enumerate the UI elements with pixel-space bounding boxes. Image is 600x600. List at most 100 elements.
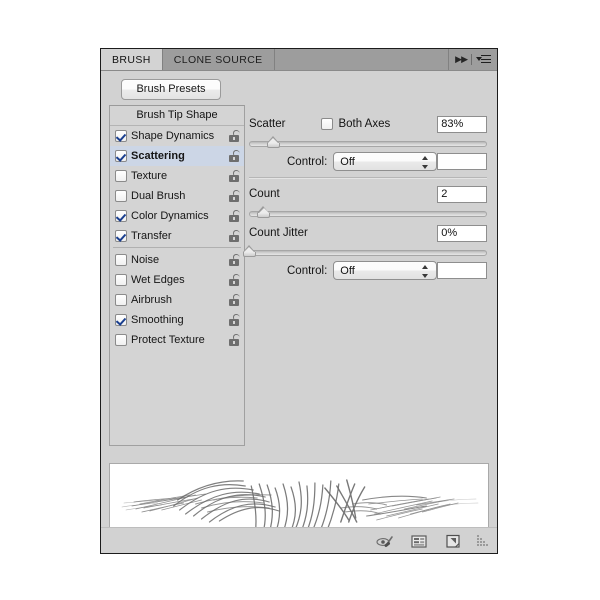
tab-clone-source-label: CLONE SOURCE: [173, 53, 263, 66]
scatter-slider-track[interactable]: [249, 141, 488, 147]
header-separator: [471, 54, 472, 65]
count-jitter-slider-thumb[interactable]: [243, 245, 256, 257]
brush-presets-row: Brush Presets: [101, 71, 241, 106]
count-row: Count 2: [249, 184, 488, 204]
panel-body: Brush Presets Brush Tip Shape Shape Dyna…: [101, 71, 497, 553]
both-axes-label: Both Axes: [338, 118, 391, 130]
option-list-divider: [113, 247, 241, 248]
brush-option-label: Scattering: [131, 150, 185, 162]
brush-option-checkbox[interactable]: [115, 190, 127, 202]
brush-options-list: Brush Tip Shape Shape Dynamics Scattering…: [109, 105, 245, 446]
brush-option-label: Transfer: [131, 230, 172, 242]
scatter-control-label: Control:: [287, 155, 328, 168]
brush-option-row[interactable]: Texture: [110, 166, 244, 186]
brush-option-row[interactable]: Transfer: [110, 226, 244, 246]
brush-option-row[interactable]: Noise: [110, 250, 244, 270]
brush-option-row[interactable]: Airbrush: [110, 290, 244, 310]
brush-option-row[interactable]: Smoothing: [110, 310, 244, 330]
tab-bar-filler: [274, 49, 450, 70]
brush-option-row[interactable]: Scattering: [110, 146, 244, 166]
stepper-arrows-icon: [422, 265, 429, 278]
lock-icon[interactable]: [229, 294, 241, 306]
brush-option-row[interactable]: Wet Edges: [110, 270, 244, 290]
brush-option-checkbox[interactable]: [115, 230, 127, 242]
brush-option-checkbox[interactable]: [115, 334, 127, 346]
lock-icon[interactable]: [229, 314, 241, 326]
both-axes-control[interactable]: Both Axes: [321, 118, 390, 130]
both-axes-checkbox[interactable]: [321, 118, 334, 130]
brush-option-checkbox[interactable]: [115, 294, 127, 306]
count-label: Count: [249, 188, 280, 200]
brush-option-row[interactable]: Shape Dynamics: [110, 126, 244, 146]
lock-icon[interactable]: [229, 130, 241, 142]
count-slider[interactable]: [249, 205, 488, 219]
scatter-slider-thumb[interactable]: [266, 136, 280, 148]
scatter-value-field[interactable]: 83%: [437, 115, 488, 133]
lock-icon[interactable]: [229, 170, 241, 182]
brush-tip-shape-item[interactable]: Brush Tip Shape: [110, 106, 244, 126]
brush-option-label: Protect Texture: [131, 334, 205, 346]
count-jitter-control-select[interactable]: Off: [333, 261, 438, 280]
count-jitter-control-value: Off: [340, 264, 355, 277]
brush-presets-button[interactable]: Brush Presets: [121, 79, 221, 100]
scattering-controls-column: Scatter Both Axes 83% Control: Off Count…: [241, 105, 497, 280]
brush-option-checkbox[interactable]: [115, 150, 127, 162]
panel-menu-icon[interactable]: [476, 54, 491, 65]
brush-option-checkbox[interactable]: [115, 130, 127, 142]
panel-tab-bar: BRUSH CLONE SOURCE ▶▶: [101, 49, 497, 71]
count-jitter-value-field[interactable]: 0%: [437, 224, 488, 242]
scatter-control-value: Off: [340, 155, 355, 168]
count-jitter-slider[interactable]: [243, 244, 488, 258]
brush-option-label: Smoothing: [131, 314, 184, 326]
create-new-brush-icon[interactable]: [443, 533, 463, 549]
brush-option-checkbox[interactable]: [115, 314, 127, 326]
brush-option-row[interactable]: Protect Texture: [110, 330, 244, 350]
count-value-field[interactable]: 2: [437, 185, 488, 203]
lock-icon[interactable]: [229, 150, 241, 162]
count-slider-thumb[interactable]: [257, 206, 271, 218]
brush-option-checkbox[interactable]: [115, 254, 127, 266]
panel-columns: Brush Tip Shape Shape Dynamics Scattering…: [101, 105, 497, 456]
double-chevron-right-icon[interactable]: ▶▶: [455, 55, 468, 64]
open-preset-manager-icon[interactable]: [409, 533, 429, 549]
count-jitter-control-label: Control:: [287, 264, 328, 277]
resize-grip[interactable]: [477, 535, 488, 546]
panel-footer: [101, 527, 497, 553]
count-jitter-row: Count Jitter 0%: [249, 223, 488, 243]
lock-icon[interactable]: [229, 210, 241, 222]
panel-header-controls: ▶▶: [449, 49, 497, 70]
brush-option-label: Noise: [131, 254, 160, 266]
tab-brush[interactable]: BRUSH: [101, 49, 163, 70]
brush-option-checkbox[interactable]: [115, 170, 127, 182]
brush-option-row[interactable]: Color Dynamics: [110, 206, 244, 226]
count-jitter-label: Count Jitter: [249, 227, 308, 239]
lock-icon[interactable]: [229, 334, 241, 346]
count-slider-track[interactable]: [249, 211, 488, 217]
controls-divider-1: [249, 177, 488, 179]
scatter-control-extra-field[interactable]: [437, 153, 488, 170]
brush-option-label: Wet Edges: [131, 274, 185, 286]
lock-icon[interactable]: [229, 190, 241, 202]
lock-icon[interactable]: [229, 230, 241, 242]
brush-option-label: Color Dynamics: [131, 210, 209, 222]
tab-clone-source[interactable]: CLONE SOURCE: [162, 49, 275, 70]
count-jitter-control-extra-field[interactable]: [437, 262, 488, 279]
scatter-slider[interactable]: [249, 135, 488, 149]
lock-icon[interactable]: [229, 254, 241, 266]
scatter-control-select[interactable]: Off: [333, 152, 438, 171]
brush-option-checkbox[interactable]: [115, 210, 127, 222]
brush-option-label: Dual Brush: [131, 190, 186, 202]
scatter-control-row: Control: Off: [249, 152, 488, 171]
count-jitter-slider-track[interactable]: [249, 250, 488, 256]
brush-option-checkbox[interactable]: [115, 274, 127, 286]
scatter-label: Scatter: [249, 118, 286, 130]
toggle-brush-preview-icon[interactable]: [375, 533, 395, 549]
lock-icon[interactable]: [229, 274, 241, 286]
brush-option-label: Shape Dynamics: [131, 130, 215, 142]
brush-option-label: Texture: [131, 170, 168, 182]
brush-option-label: Airbrush: [131, 294, 172, 306]
stepper-arrows-icon: [422, 156, 429, 169]
scatter-row: Scatter Both Axes 83%: [249, 114, 488, 134]
brush-option-row[interactable]: Dual Brush: [110, 186, 244, 206]
tab-brush-label: BRUSH: [112, 53, 151, 66]
